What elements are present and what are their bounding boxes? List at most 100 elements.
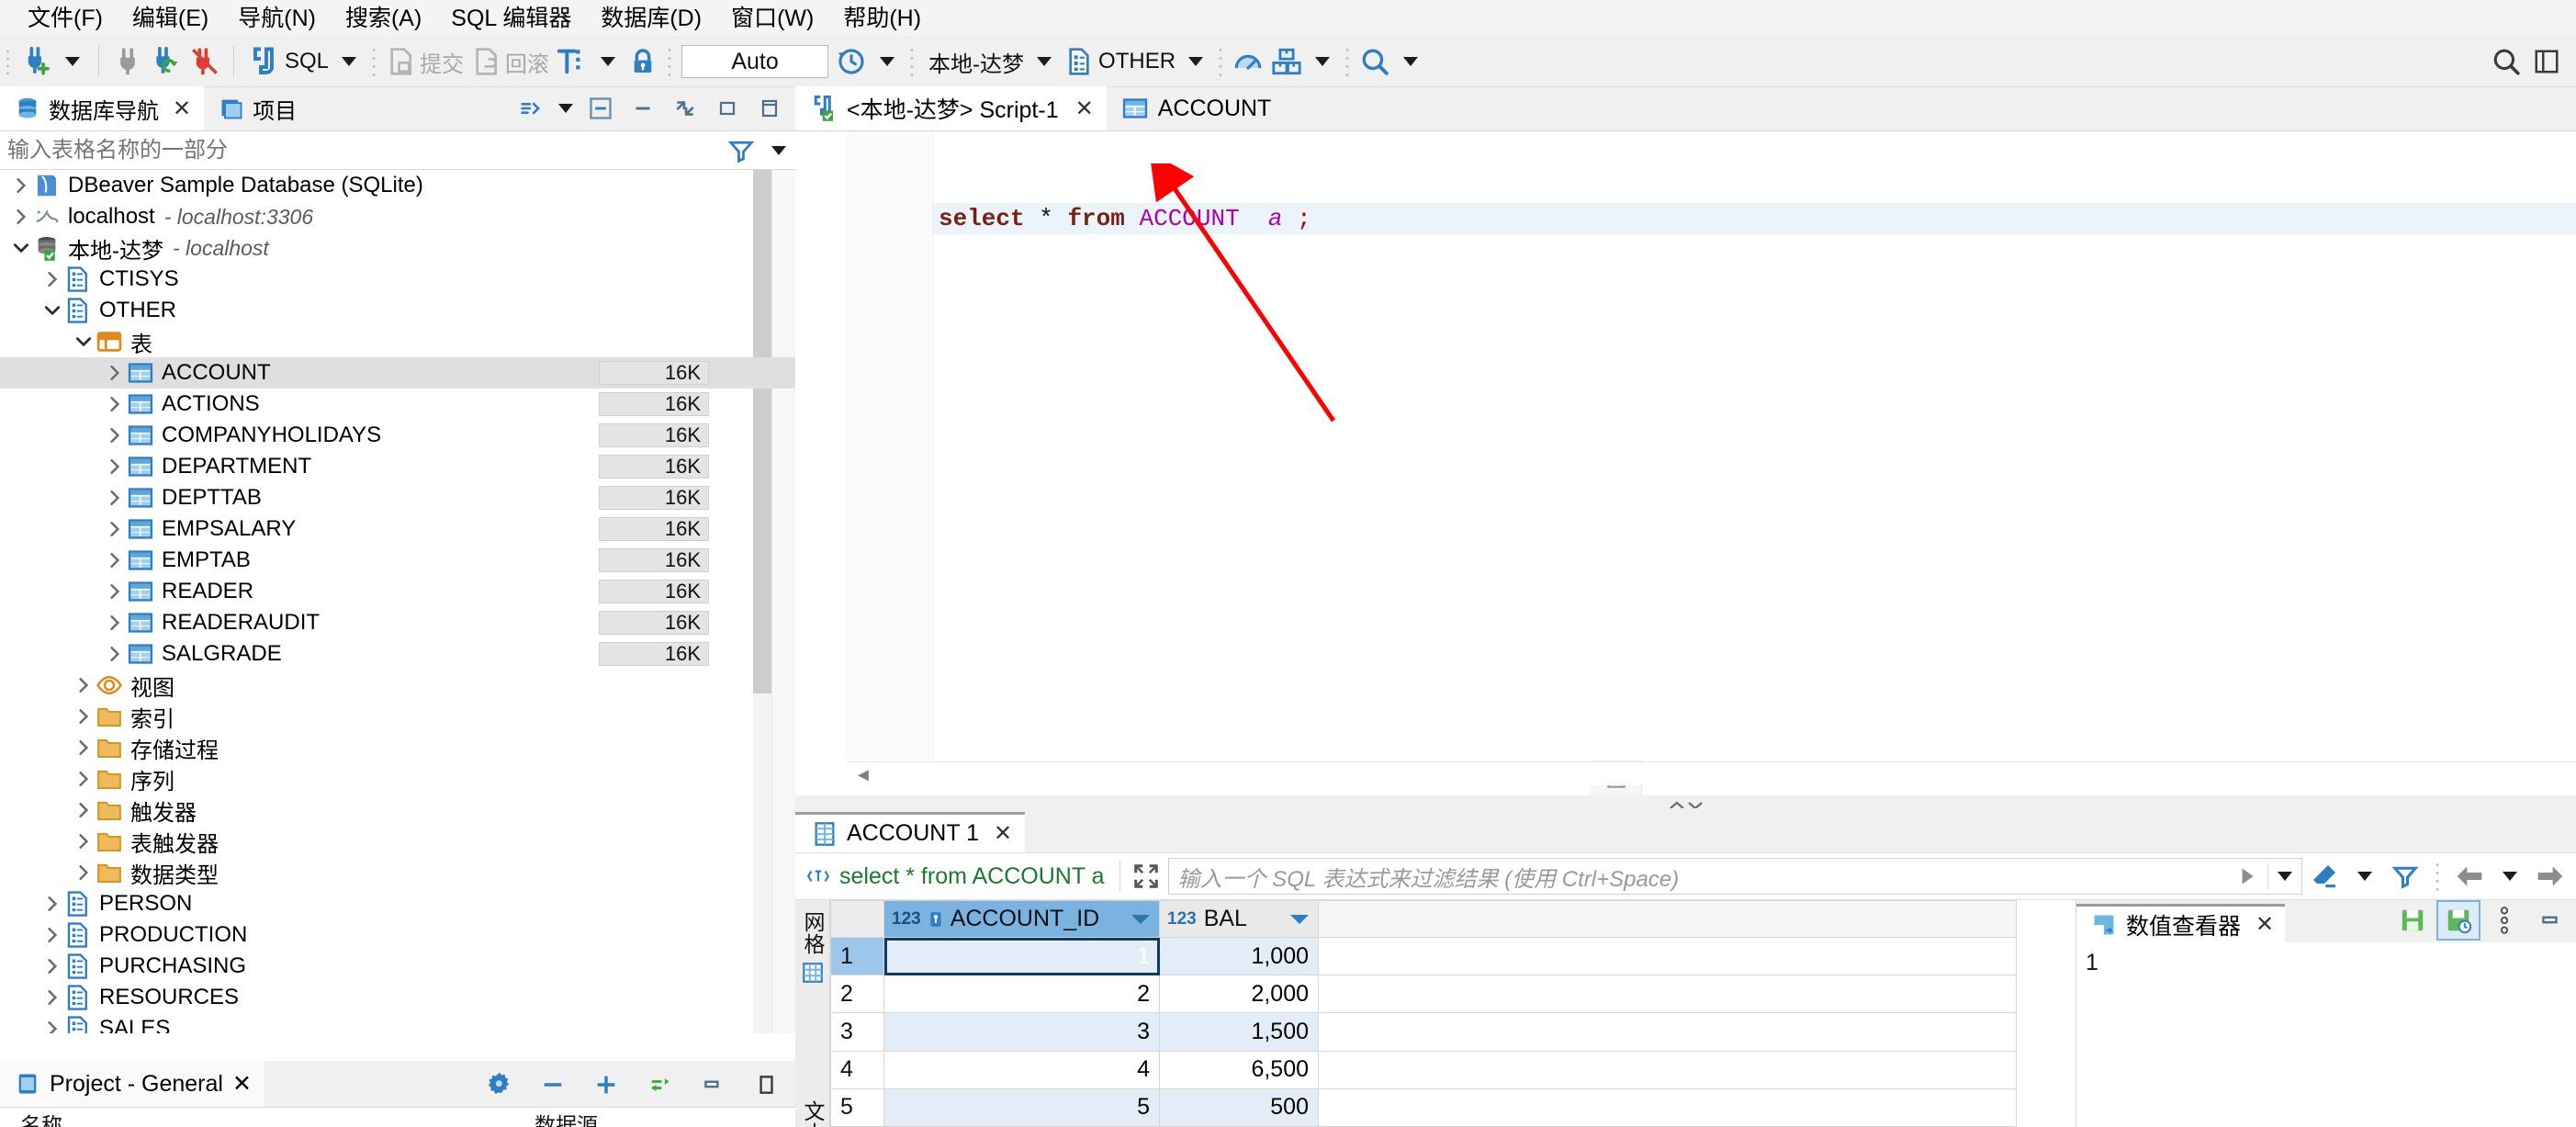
tree-item-depttab[interactable]: DEPTTAB 16K (0, 482, 795, 513)
grid-row[interactable]: 1 1 1,000 (830, 936, 2017, 976)
tab-database-navigator[interactable]: 数据库导航 ✕ (0, 86, 205, 130)
tree-twisty-18[interactable] (72, 732, 96, 763)
tree-twisty-26[interactable] (40, 982, 64, 1013)
navigate-back-dropdown-icon[interactable] (2503, 872, 2517, 881)
disconnect-button[interactable] (108, 41, 147, 82)
value-viewer-content[interactable]: 1 (2076, 942, 2576, 976)
tree-twisty-23[interactable] (40, 888, 64, 919)
grid-cell-account_id[interactable]: 3 (883, 1012, 1160, 1052)
tree-item-localhost[interactable]: localhost - localhost:3306 (0, 201, 795, 232)
tree-twisty-0[interactable] (9, 170, 33, 201)
grid-row-number[interactable]: 5 (830, 1088, 884, 1127)
tree-item-purchasing[interactable]: PURCHASING (0, 951, 795, 982)
grid-row[interactable]: 4 4 6,500 (830, 1050, 2017, 1089)
sql-editor-body[interactable]: select * from ACCOUNT a ; (847, 131, 2576, 760)
data-transfer-dropdown-icon[interactable] (1315, 57, 1331, 66)
save-value-icon[interactable] (2392, 902, 2433, 939)
grid-column-header-account_id[interactable]: 123 ACCOUNT_ID (883, 900, 1160, 938)
tree-item-[interactable]: 序列 (0, 763, 795, 795)
data-transfer-button[interactable] (1267, 41, 1306, 82)
tree-item-sales[interactable]: SALES (0, 1013, 795, 1033)
tree-twisty-19[interactable] (72, 763, 96, 795)
database-tree[interactable]: DBeaver Sample Database (SQLite) localhos… (0, 170, 795, 1033)
value-viewer-minimize-icon[interactable] (2530, 902, 2570, 939)
menu-window[interactable]: 窗口(W) (716, 0, 828, 37)
commit-button[interactable]: 提交 (382, 41, 467, 82)
connection-dropdown-icon[interactable] (1037, 57, 1052, 66)
disconnect-all-button[interactable] (186, 41, 224, 82)
tree-twisty-3[interactable] (40, 264, 64, 295)
tree-twisty-4[interactable] (40, 295, 64, 326)
navigator-menu-caret-icon[interactable] (558, 104, 573, 113)
filterbar-grip[interactable] (2434, 861, 2441, 892)
toolbar-grip-5[interactable] (1217, 46, 1225, 77)
grid-view-icon[interactable] (795, 961, 830, 985)
tree-twisty-22[interactable] (72, 857, 96, 888)
grid-row[interactable]: 2 2 2,000 (830, 975, 2017, 1014)
menu-file[interactable]: 文件(F) (13, 0, 118, 37)
tree-item-actions[interactable]: ACTIONS 16K (0, 389, 795, 420)
grid-cell-bal[interactable]: 1,000 (1159, 936, 1319, 976)
value-viewer-menu-icon[interactable] (2484, 902, 2525, 939)
tree-twisty-25[interactable] (40, 951, 64, 982)
tree-twisty-20[interactable] (72, 795, 96, 826)
tree-twisty-9[interactable] (103, 451, 127, 482)
column-sort-icon[interactable] (1288, 913, 1310, 926)
close-icon[interactable]: ✕ (232, 1070, 252, 1098)
grid-row[interactable]: 5 5 500 (830, 1088, 2017, 1127)
text-view-tab[interactable]: 文本 (795, 1095, 830, 1127)
toolbar-grip-2[interactable] (370, 46, 378, 77)
grid-row[interactable]: 3 3 1,500 (830, 1012, 2017, 1052)
tree-item-salgrade[interactable]: SALGRADE 16K (0, 638, 795, 670)
tab-value-viewer[interactable]: 数值查看器 ✕ (2076, 904, 2286, 942)
active-connection-selector[interactable]: 本地-达梦 (920, 41, 1028, 82)
tree-twisty-16[interactable] (72, 670, 96, 701)
tree-twisty-14[interactable] (103, 607, 127, 638)
grid-row-number[interactable]: 3 (830, 1012, 884, 1052)
tree-twisty-17[interactable] (72, 701, 96, 732)
tree-twisty-24[interactable] (40, 919, 64, 951)
menu-search[interactable]: 搜索(A) (331, 0, 436, 37)
panel-layout-icon[interactable] (749, 90, 790, 127)
toolbar-grip[interactable] (5, 46, 11, 77)
schema-dropdown-icon[interactable] (1188, 57, 1204, 66)
clear-filter-dropdown-icon[interactable] (2357, 872, 2372, 881)
tree-item-companyholidays[interactable]: COMPANYHOLIDAYS 16K (0, 420, 795, 451)
restore-icon[interactable] (665, 90, 705, 127)
tree-twisty-8[interactable] (103, 420, 127, 451)
link-editor-icon[interactable] (511, 90, 551, 127)
clear-filter-icon[interactable] (2304, 858, 2345, 895)
tab-projects[interactable]: 项目 (204, 86, 309, 130)
tree-twisty-13[interactable] (103, 576, 127, 607)
tree-item-person[interactable]: PERSON (0, 888, 795, 919)
auto-commit-selector[interactable]: Auto (681, 45, 829, 78)
scroll-left-icon[interactable]: ◄ (854, 765, 872, 786)
tree-item-account[interactable]: ACCOUNT 16K (0, 357, 795, 389)
tree-item-production[interactable]: PRODUCTION (0, 919, 795, 951)
grid-column-header-bal[interactable]: 123 BAL (1159, 900, 1319, 938)
tree-item-[interactable]: 索引 (0, 701, 795, 732)
tree-twisty-5[interactable] (72, 326, 96, 357)
close-icon[interactable]: ✕ (1075, 96, 1094, 122)
collapse-all-icon[interactable] (580, 90, 621, 127)
link-icon[interactable] (639, 1066, 680, 1103)
toolbar-grip-4[interactable] (908, 46, 917, 77)
grid-cell-bal[interactable]: 500 (1159, 1088, 1319, 1127)
minimize-icon[interactable] (692, 1066, 733, 1103)
grid-view-tab[interactable]: 网格 (795, 906, 830, 961)
results-data-grid[interactable]: 123 ACCOUNT_ID 123 BAL 1 1 1,000 2 2 2,000 3 3 1,500… (830, 900, 2017, 1127)
transaction-log-button[interactable] (832, 41, 871, 82)
transaction-mode-dropdown-icon[interactable] (601, 57, 616, 66)
tree-item-reader[interactable]: READER 16K (0, 576, 795, 607)
tree-twisty-27[interactable] (40, 1013, 64, 1033)
tree-twisty-11[interactable] (103, 513, 127, 545)
tab-sql-script-1[interactable]: <本地-达梦> Script-1 ✕ (795, 86, 1107, 130)
auto-save-value-icon[interactable] (2436, 900, 2480, 941)
menu-help[interactable]: 帮助(H) (828, 0, 936, 37)
menu-sql-editor[interactable]: SQL 编辑器 (436, 0, 586, 37)
tree-item-dbeaver-sample-database-sqlite[interactable]: DBeaver Sample Database (SQLite) (0, 170, 795, 201)
sql-dropdown-icon[interactable] (342, 57, 357, 66)
tree-twisty-6[interactable] (103, 357, 127, 389)
new-connection-button[interactable] (17, 41, 56, 82)
tree-twisty-12[interactable] (103, 545, 127, 576)
